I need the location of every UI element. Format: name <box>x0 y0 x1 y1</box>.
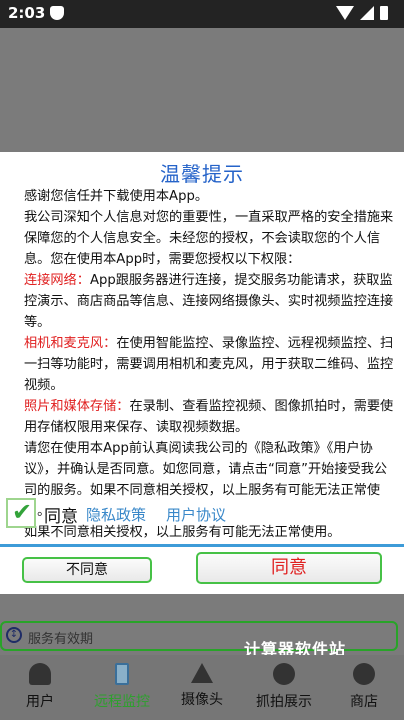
agree-button[interactable]: 同意 <box>196 552 382 584</box>
eye-icon <box>273 663 295 685</box>
camera-label: 相机和麦克风： <box>24 336 117 351</box>
disagree-button[interactable]: 不同意 <box>22 557 152 583</box>
agree-checkbox[interactable]: ✔ <box>6 498 36 528</box>
agree-label: 同意 <box>44 507 78 527</box>
network-permission: 连接网络：App跟服务器进行连接，提交服务功能请求，获取监控演示、商店商品等信息… <box>6 270 398 333</box>
nav-item-remote-monitor[interactable]: 远程监控 <box>84 655 160 720</box>
privacy-policy-link[interactable]: 隐私政策 <box>86 504 146 525</box>
divider <box>0 544 404 547</box>
wifi-icon <box>336 6 354 20</box>
nav-item-store[interactable]: 商店 <box>334 655 394 720</box>
nav-label-store: 商店 <box>350 694 378 710</box>
nav-label-remote-monitor: 远程监控 <box>94 694 150 710</box>
status-icons <box>334 6 394 22</box>
agree-row: ✔ 同意 隐私政策 用户协议 <box>6 498 398 534</box>
battery-icon <box>380 6 388 20</box>
dialog-body: 感谢您信任并下载使用本App。 我公司深知个人信息对您的重要性，一直采取严格的安… <box>6 186 398 543</box>
intro-text: 感谢您信任并下载使用本App。 <box>24 189 209 204</box>
signal-icon <box>360 6 374 20</box>
storage-label: 照片和媒体存储： <box>24 399 130 414</box>
checkmark-icon: ✔ <box>12 498 33 526</box>
nav-item-snapshot[interactable]: 抓拍展示 <box>246 655 322 720</box>
status-bar: 2:03 <box>0 0 404 28</box>
status-time: 2:03 <box>8 4 46 22</box>
nav-label-snapshot: 抓拍展示 <box>256 694 312 710</box>
user-icon <box>29 663 51 685</box>
storage-permission: 照片和媒体存储：在录制、查看监控视频、图像抓拍时，需要使用存储权限用来保存、读取… <box>6 396 398 438</box>
home-icon <box>191 663 213 683</box>
camera-permission: 相机和麦克风：在使用智能监控、录像监控、远程视频监控、扫一扫等功能时，需要调用相… <box>6 333 398 396</box>
nav-item-user[interactable]: 用户 <box>8 655 72 720</box>
dialog-title: 温馨提示 <box>160 162 244 186</box>
nav-label-user: 用户 <box>26 694 54 710</box>
privacy-text: 我公司深知个人信息对您的重要性，一直采取严格的安全措施来保障您的个人信息安全。未… <box>24 210 394 267</box>
nav-label-camera: 摄像头 <box>181 692 223 708</box>
user-agreement-link[interactable]: 用户协议 <box>166 504 226 525</box>
bottom-nav: 用户 远程监控 摄像头 抓拍展示 商店 <box>0 655 404 720</box>
service-period-label: 服务有效期 <box>28 632 94 647</box>
privacy-dialog: 温馨提示 感谢您信任并下载使用本App。 我公司深知个人信息对您的重要性，一直采… <box>0 152 404 594</box>
phone-icon <box>115 663 129 685</box>
cart-icon <box>353 663 375 685</box>
service-period-icon: ↕ <box>6 627 22 643</box>
shield-icon <box>50 6 64 20</box>
nav-item-camera[interactable]: 摄像头 <box>170 655 234 720</box>
network-label: 连接网络： <box>24 273 90 288</box>
